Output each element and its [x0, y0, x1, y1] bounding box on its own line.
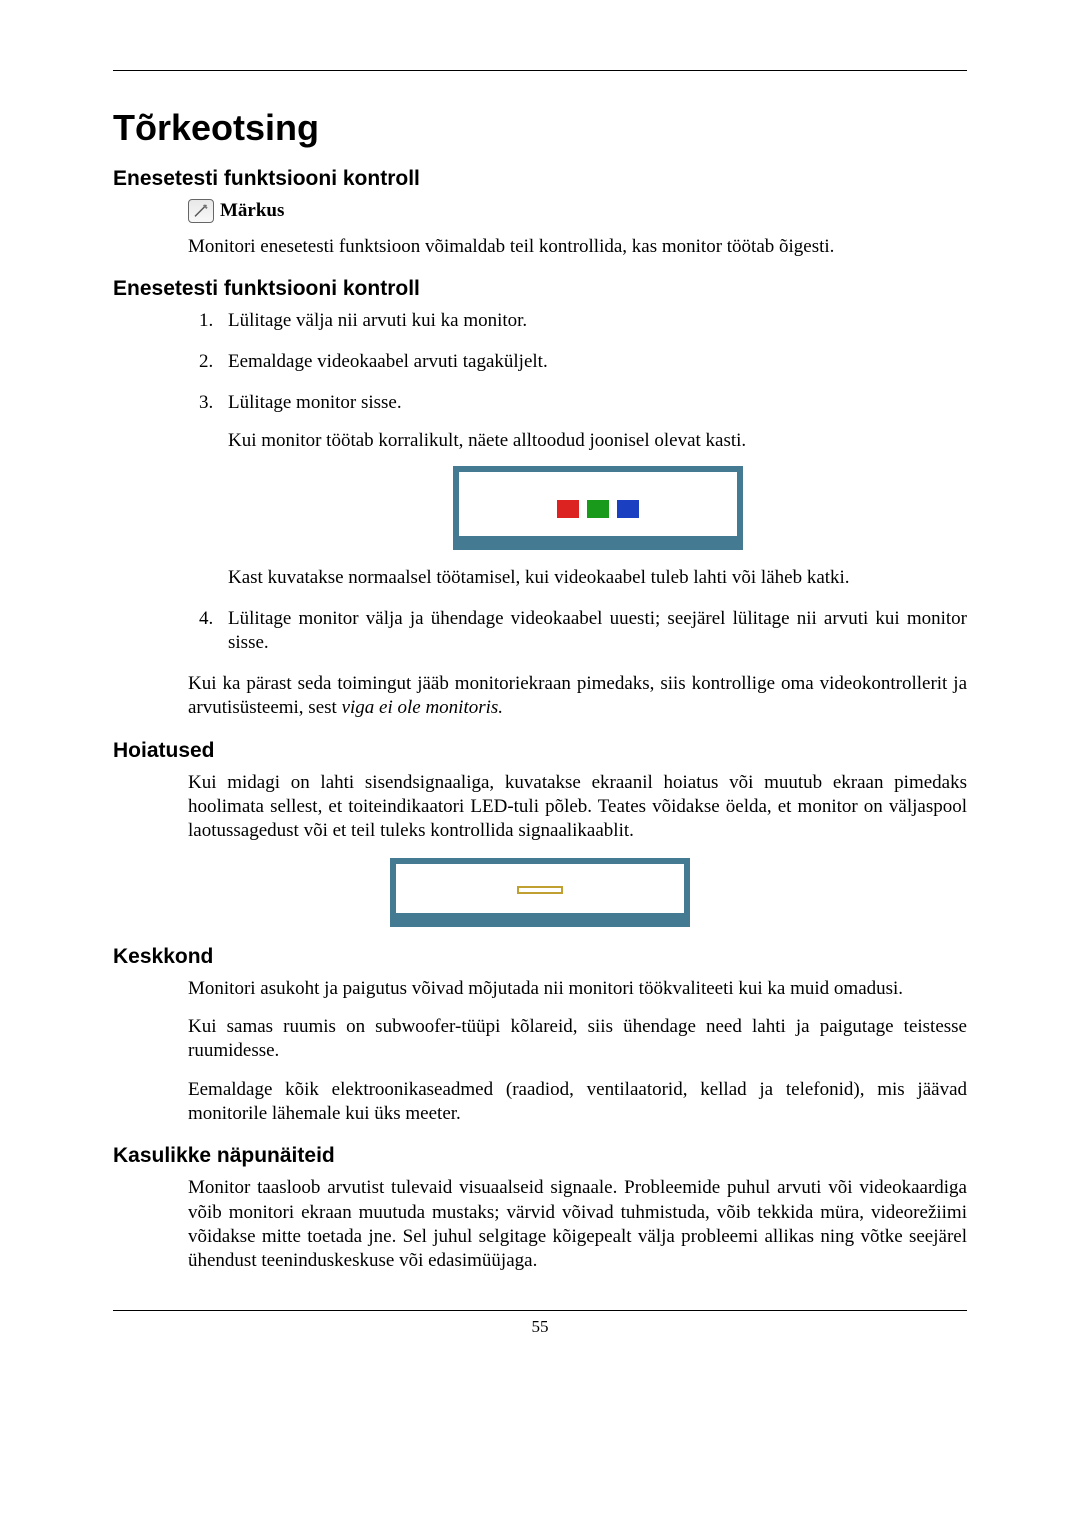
step-3-text: Lülitage monitor sisse.: [228, 392, 402, 413]
env-p3: Eemaldage kõik elektroonikaseadmed (raad…: [188, 1078, 967, 1127]
check-signal-cable-box: [453, 466, 743, 550]
note-text: Monitori enesetesti funktsioon võimaldab…: [188, 235, 967, 259]
tips-p1: Monitor taasloob arvutist tulevaid visua…: [188, 1176, 967, 1273]
fig2-footer: [396, 909, 684, 921]
fig2-question-box: [517, 886, 563, 894]
step-1: Lülitage välja nii arvuti kui ka monitor…: [218, 309, 967, 334]
swatch-red: [557, 500, 579, 518]
step-3-sub-a: Kui monitor töötab korralikult, näete al…: [228, 429, 967, 454]
figure-2: [113, 858, 967, 927]
page-title: Tõrkeotsing: [113, 107, 967, 149]
section-heading-selftest-1: Enesetesti funktsiooni kontroll: [113, 167, 967, 191]
step-1-text: Lülitage välja nii arvuti kui ka monitor…: [228, 310, 527, 331]
note-row: Märkus: [188, 199, 967, 223]
steps-list: Lülitage välja nii arvuti kui ka monitor…: [188, 309, 967, 656]
step-3: Lülitage monitor sisse. Kui monitor tööt…: [218, 391, 967, 591]
step-2: Eemaldage videokaabel arvuti tagaküljelt…: [218, 350, 967, 375]
section-heading-tips: Kasulikke näpunäiteid: [113, 1144, 967, 1168]
not-optimum-mode-box: [390, 858, 690, 927]
after-steps-text-b: viga ei ole monitoris.: [342, 697, 503, 718]
section-heading-selftest-2: Enesetesti funktsiooni kontroll: [113, 277, 967, 301]
env-p2: Kui samas ruumis on subwoofer-tüüpi kõla…: [188, 1015, 967, 1064]
top-rule: [113, 70, 967, 71]
page-number: 55: [113, 1317, 967, 1337]
section-heading-warnings: Hoiatused: [113, 739, 967, 763]
swatch-blue: [617, 500, 639, 518]
step-3-sub-b: Kast kuvatakse normaalsel töötamisel, ku…: [228, 566, 967, 591]
note-icon: [188, 199, 214, 223]
rgb-swatches: [459, 500, 737, 518]
note-label: Märkus: [220, 200, 284, 222]
fig1-upper: [459, 472, 737, 532]
figure-1: [228, 466, 967, 550]
warnings-text: Kui midagi on lahti sisendsignaaliga, ku…: [188, 771, 967, 844]
document-page: Tõrkeotsing Enesetesti funktsiooni kontr…: [0, 0, 1080, 1527]
swatch-green: [587, 500, 609, 518]
after-steps-text-a: Kui ka pärast seda toimingut jääb monito…: [188, 673, 967, 718]
fig2-upper: [396, 864, 684, 909]
fig1-footer: [459, 532, 737, 544]
step-2-text: Eemaldage videokaabel arvuti tagaküljelt…: [228, 351, 548, 372]
after-steps-text: Kui ka pärast seda toimingut jääb monito…: [188, 672, 967, 721]
bottom-rule: [113, 1310, 967, 1311]
section-heading-environment: Keskkond: [113, 945, 967, 969]
step-4: Lülitage monitor välja ja ühendage video…: [218, 607, 967, 656]
step-4-text: Lülitage monitor välja ja ühendage video…: [228, 608, 967, 654]
env-p1: Monitori asukoht ja paigutus võivad mõju…: [188, 977, 967, 1001]
